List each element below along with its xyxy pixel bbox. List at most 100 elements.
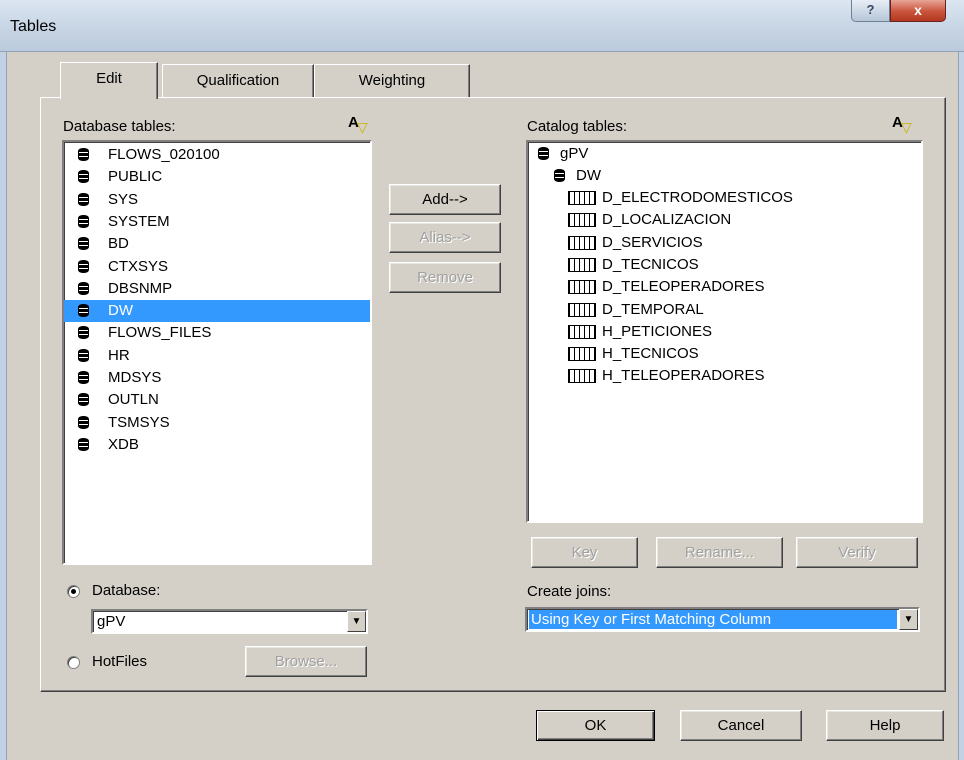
database-radio-label: Database: — [92, 582, 161, 599]
ok-button[interactable]: OK — [536, 710, 655, 741]
tree-item[interactable]: D_TECNICOS — [528, 254, 921, 276]
tree-item[interactable]: D_LOCALIZACION — [528, 209, 921, 231]
list-item-label: DW — [108, 302, 133, 320]
key-button[interactable]: Key — [531, 537, 638, 568]
browse-button[interactable]: Browse... — [245, 646, 367, 677]
list-item[interactable]: OUTLN — [64, 389, 370, 411]
list-item[interactable]: FLOWS_020100 — [64, 144, 370, 166]
tree-item[interactable]: D_ELECTRODOMESTICOS — [528, 187, 921, 209]
table-icon — [568, 369, 596, 384]
tree-item[interactable]: H_TELEOPERADORES — [528, 365, 921, 387]
window-frame-left — [0, 52, 7, 760]
window-frame-right — [958, 52, 964, 760]
help-title-button[interactable]: ? — [851, 0, 890, 22]
database-icon — [78, 371, 89, 384]
tree-item-label: D_TELEOPERADORES — [602, 278, 765, 296]
list-item[interactable]: XDB — [64, 434, 370, 456]
table-icon — [568, 191, 596, 205]
database-tables-label: Database tables: — [63, 118, 176, 135]
database-select[interactable]: gPV ▼ — [91, 609, 368, 634]
tree-item[interactable]: D_TELEOPERADORES — [528, 276, 921, 298]
help-button[interactable]: Help — [826, 710, 944, 741]
list-item[interactable]: HR — [64, 345, 370, 367]
tab-qualification[interactable]: Qualification — [162, 64, 314, 98]
list-item-label: CTXSYS — [108, 257, 169, 275]
database-icon — [78, 326, 89, 340]
tree-item-label: H_TECNICOS — [602, 345, 699, 363]
table-icon — [568, 302, 596, 317]
tab-edit[interactable]: Edit — [60, 62, 158, 99]
hotfiles-radio-label: HotFiles — [92, 653, 148, 670]
database-icon — [78, 237, 89, 251]
tree-item[interactable]: gPV — [528, 143, 921, 165]
list-item-label: XDB — [108, 435, 139, 453]
tree-item-label: D_SERVICIOS — [602, 233, 703, 251]
list-item-label: SYS — [108, 190, 139, 208]
list-item[interactable]: MDSYS — [64, 367, 370, 389]
tree-item-label: DW — [576, 167, 601, 184]
tree-item-label: gPV — [560, 145, 589, 162]
tree-item[interactable]: H_PETICIONES — [528, 321, 921, 343]
tree-item-label: D_LOCALIZACION — [602, 211, 732, 229]
list-item[interactable]: PUBLIC — [64, 166, 370, 188]
database-icon — [78, 170, 89, 184]
tab-weighting[interactable]: Weighting — [314, 64, 470, 98]
rename-button[interactable]: Rename... — [656, 537, 783, 568]
create-joins-value: Using Key or First Matching Column — [529, 610, 897, 629]
window-title: Tables — [10, 18, 57, 35]
list-item-label: HR — [108, 346, 130, 364]
table-icon — [568, 235, 596, 250]
create-joins-select[interactable]: Using Key or First Matching Column ▼ — [525, 607, 920, 632]
filter-icon[interactable]: A ▽ — [892, 115, 916, 136]
add-button[interactable]: Add--> — [389, 184, 501, 215]
list-item-label: PUBLIC — [108, 168, 163, 186]
tree-item[interactable]: D_TEMPORAL — [528, 299, 921, 321]
tables-dialog: Tables ? x Edit Qualification Weighting … — [0, 0, 964, 760]
list-item[interactable]: FLOWS_FILES — [64, 322, 370, 344]
verify-button[interactable]: Verify — [796, 537, 918, 568]
list-item-label: FLOWS_FILES — [108, 324, 212, 342]
tree-item[interactable]: H_TECNICOS — [528, 343, 921, 365]
database-tables-list[interactable]: FLOWS_020100 PUBLIC SYS SYSTEM BD CTXSYS DBSNM… — [62, 140, 372, 565]
tree-item[interactable]: D_SERVICIOS — [528, 232, 921, 254]
database-select-value: gPV — [97, 613, 126, 630]
cancel-button[interactable]: Cancel — [680, 710, 802, 741]
chevron-down-icon[interactable]: ▼ — [347, 611, 366, 632]
list-item[interactable]: TSMSYS — [64, 412, 370, 434]
table-icon — [568, 213, 596, 228]
close-button[interactable]: x — [890, 0, 946, 22]
database-icon — [78, 415, 89, 429]
table-icon — [568, 257, 596, 272]
table-icon — [568, 347, 596, 362]
database-icon — [78, 348, 89, 362]
list-item-label: MDSYS — [108, 369, 162, 386]
list-item-label: FLOWS_020100 — [108, 146, 220, 163]
alias-button[interactable]: Alias--> — [389, 222, 501, 253]
chevron-down-icon[interactable]: ▼ — [899, 609, 918, 630]
tree-item-label: H_PETICIONES — [602, 322, 713, 340]
tree-item[interactable]: DW — [528, 165, 921, 187]
list-item[interactable]: DW — [64, 300, 370, 323]
filter-icon[interactable]: A ▽ — [348, 115, 372, 136]
database-icon — [78, 281, 89, 295]
database-radio[interactable] — [67, 585, 80, 598]
list-item[interactable]: CTXSYS — [64, 256, 370, 278]
list-item[interactable]: SYSTEM — [64, 211, 370, 233]
hotfiles-radio[interactable] — [67, 656, 80, 669]
list-item-label: DBSNMP — [108, 279, 173, 297]
database-icon — [78, 393, 89, 407]
database-icon — [78, 192, 89, 206]
list-item[interactable]: SYS — [64, 189, 370, 211]
list-item-label: SYSTEM — [108, 212, 170, 230]
catalog-tables-tree[interactable]: gPV DW D_ELECTRODOMESTICOS D_LOCALIZACION D_… — [526, 140, 923, 523]
list-item[interactable]: DBSNMP — [64, 278, 370, 300]
remove-button[interactable]: Remove — [389, 262, 501, 293]
database-icon — [554, 169, 565, 182]
database-icon — [538, 147, 549, 160]
tree-item-label: D_ELECTRODOMESTICOS — [602, 189, 793, 206]
database-icon — [78, 259, 89, 273]
database-icon — [78, 148, 89, 161]
table-icon — [568, 324, 596, 339]
title-bar[interactable]: Tables ? x — [0, 0, 964, 52]
list-item[interactable]: BD — [64, 233, 370, 255]
